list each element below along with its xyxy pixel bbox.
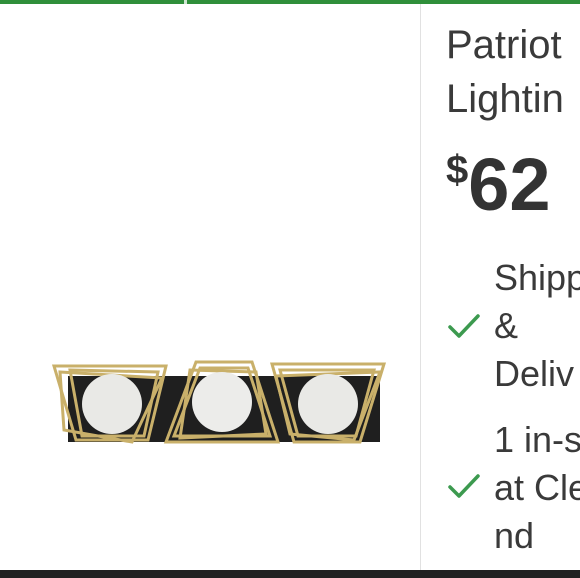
shipping-label-line2: & <box>494 305 519 346</box>
checkmark-icon <box>448 474 480 498</box>
top-accent-bar <box>0 0 580 4</box>
product-title-line1: Patriot <box>446 23 562 67</box>
shipping-label-line1: Shipp <box>494 257 580 298</box>
product-title[interactable]: Patriot Lightin <box>446 18 580 126</box>
top-bar-separator <box>184 0 187 4</box>
store-label-line2: at Cle <box>494 467 580 508</box>
product-image[interactable] <box>40 350 400 460</box>
store-label: 1 in-s at Cle nd <box>494 416 580 560</box>
store-label-line3: nd <box>494 515 535 556</box>
product-price: $62 <box>446 142 551 228</box>
checkmark-icon <box>448 314 480 338</box>
shipping-label-line3: Deliv <box>494 353 575 394</box>
globe-middle <box>192 372 252 432</box>
product-title-line2: Lightin <box>446 77 564 121</box>
price-currency: $ <box>446 148 469 192</box>
price-amount: 62 <box>468 143 551 226</box>
bottom-edge <box>0 570 580 578</box>
globe-left <box>82 374 142 434</box>
globe-right <box>298 374 358 434</box>
shipping-label: Shipp & Deliv <box>494 254 580 398</box>
store-label-line1: 1 in-s <box>494 419 580 460</box>
column-divider <box>420 4 421 578</box>
